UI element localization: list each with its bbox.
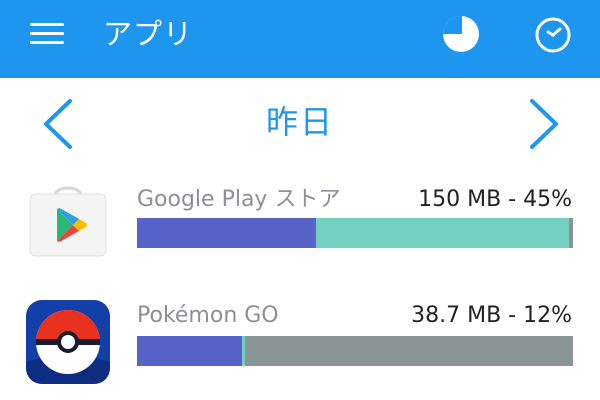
- usage-bar-segment: [315, 218, 569, 248]
- usage-bar-segment: [241, 336, 245, 366]
- pie-chart-icon[interactable]: [441, 14, 481, 54]
- usage-bar-segment: [137, 218, 316, 248]
- clock-icon[interactable]: [532, 14, 574, 56]
- app-name: Pokémon GO: [137, 303, 279, 328]
- google-play-store-icon: [29, 186, 107, 257]
- pokemon-go-icon: [26, 300, 110, 384]
- menu-icon[interactable]: [30, 23, 64, 45]
- app-usage: 38.7 MB - 12%: [411, 303, 572, 328]
- chevron-right-icon[interactable]: [524, 97, 564, 151]
- date-navigator: 昨日: [0, 95, 600, 155]
- app-bar: アプリ: [0, 0, 600, 78]
- usage-bar: [137, 336, 573, 366]
- usage-bar: [137, 218, 573, 248]
- usage-bar-segment: [137, 336, 242, 366]
- list-item-google-play[interactable]: Google Play ストア 150 MB - 45%: [0, 180, 600, 280]
- app-name: Google Play ストア: [137, 187, 341, 212]
- chevron-left-icon[interactable]: [38, 97, 78, 151]
- page-title: アプリ: [103, 17, 194, 51]
- app-usage: 150 MB - 45%: [418, 187, 572, 212]
- list-item-pokemon-go[interactable]: Pokémon GO 38.7 MB - 12%: [0, 300, 600, 400]
- date-label: 昨日: [265, 103, 334, 141]
